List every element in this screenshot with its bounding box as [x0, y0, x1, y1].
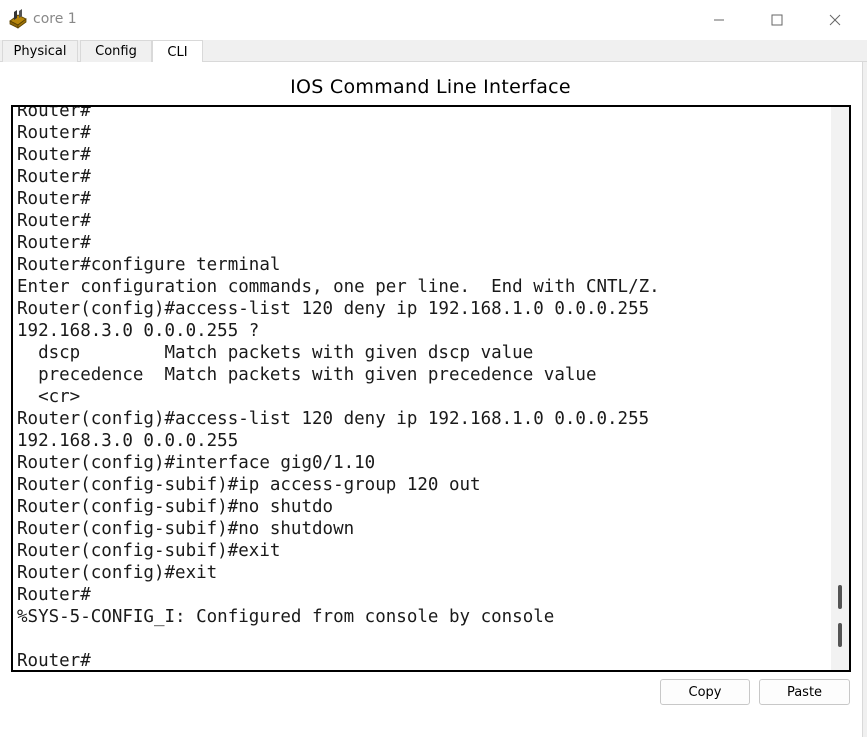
terminal-line: Router# — [17, 167, 91, 187]
minimize-icon — [714, 19, 724, 21]
terminal-console[interactable]: Router# Router# Router# Router# Router# Route… — [11, 105, 851, 672]
minimize-button[interactable] — [690, 0, 748, 40]
terminal-line: Router(config)#access-list 120 deny ip 1… — [17, 409, 650, 429]
close-icon — [829, 14, 841, 26]
terminal-line: Router# — [17, 651, 91, 671]
tab-physical[interactable]: Physical — [2, 40, 78, 62]
terminal-line: Router# — [17, 233, 91, 253]
terminal-line: Router# — [17, 189, 91, 209]
terminal-line: Router# — [17, 123, 91, 143]
terminal-line: 192.168.3.0 0.0.0.255 — [17, 431, 239, 451]
copy-button[interactable]: Copy — [660, 679, 750, 705]
paste-button[interactable]: Paste — [759, 679, 850, 705]
terminal-line: 192.168.3.0 0.0.0.255 ? — [17, 321, 260, 341]
terminal-line: dscp Match packets with given dscp value — [17, 343, 534, 363]
terminal-line: Router(config-subif)#exit — [17, 541, 281, 561]
maximize-icon — [771, 14, 783, 26]
terminal-line: <cr> — [17, 387, 81, 407]
window-title: core 1 — [33, 11, 77, 27]
terminal-line: %SYS-5-CONFIG_I: Configured from console… — [17, 607, 555, 627]
scrollbar-thumb[interactable] — [838, 585, 842, 609]
terminal-line: Router(config)#access-list 120 deny ip 1… — [17, 299, 650, 319]
terminal-line: Router# — [17, 585, 91, 605]
tab-bar: Physical Config CLI — [0, 40, 867, 63]
router-app-icon — [9, 9, 27, 29]
scrollbar-thumb-lower[interactable] — [838, 623, 842, 647]
terminal-line: Router# — [17, 145, 91, 165]
terminal-output[interactable]: Router# Router# Router# Router# Router# Route… — [17, 105, 831, 671]
terminal-line: Router(config-subif)#no shutdown — [17, 519, 355, 539]
terminal-line: Router# — [17, 105, 91, 121]
terminal-line: precedence Match packets with given prec… — [17, 365, 597, 385]
tab-cli[interactable]: CLI — [152, 40, 203, 63]
terminal-line: Router(config-subif)#ip access-group 120… — [17, 475, 481, 495]
close-button[interactable] — [806, 0, 864, 40]
cli-panel: IOS Command Line Interface Router# Router… — [0, 62, 863, 737]
terminal-line: Router(config)#exit — [17, 563, 218, 583]
application-window: core 1 Physical Config CLI IOS Command L… — [0, 0, 867, 737]
terminal-line: Enter configuration commands, one per li… — [17, 277, 660, 297]
maximize-button[interactable] — [748, 0, 806, 40]
terminal-line: Router# — [17, 211, 91, 231]
tab-config[interactable]: Config — [80, 40, 152, 62]
terminal-line: Router(config-subif)#no shutdo — [17, 497, 334, 517]
terminal-line: Router(config)#interface gig0/1.10 — [17, 453, 376, 473]
terminal-scrollbar[interactable] — [831, 107, 849, 670]
panel-heading: IOS Command Line Interface — [290, 76, 571, 98]
title-bar[interactable]: core 1 — [0, 0, 867, 40]
terminal-line: Router#configure terminal — [17, 255, 281, 275]
